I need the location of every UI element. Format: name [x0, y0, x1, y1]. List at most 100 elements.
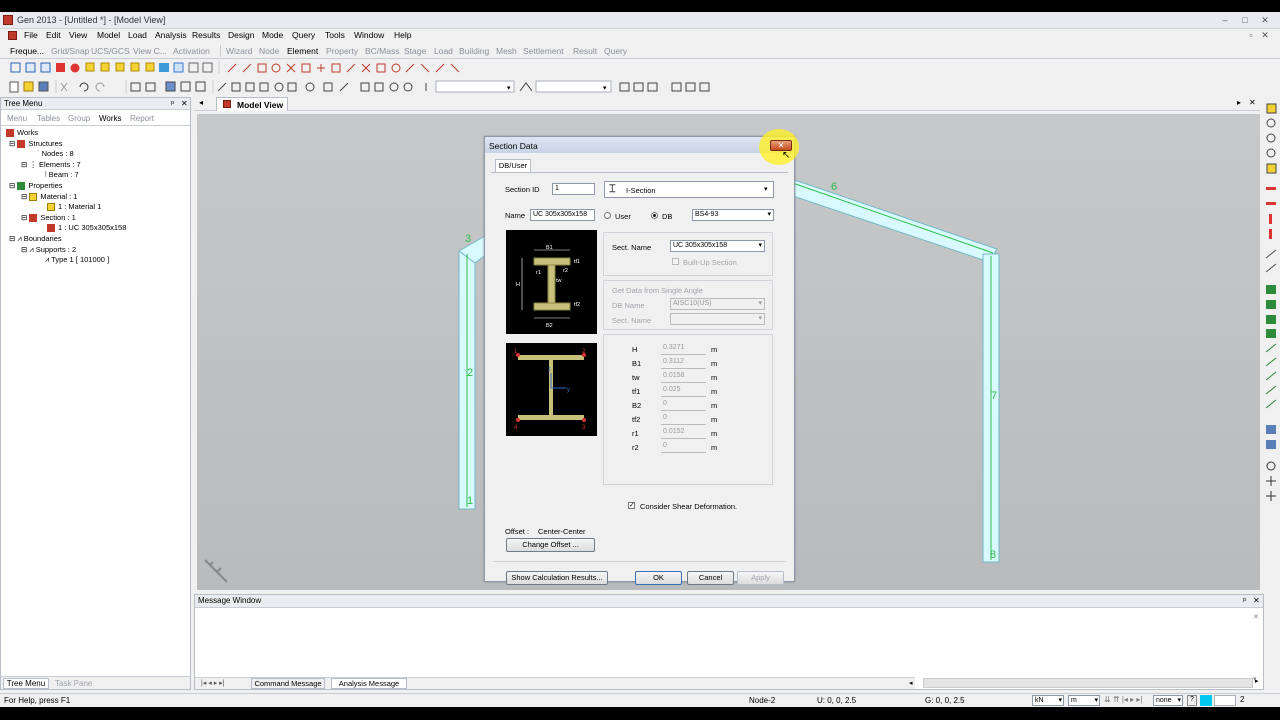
- dim-value-field[interactable]: 0: [661, 399, 706, 411]
- length-unit-select[interactable]: m ▾: [1068, 695, 1100, 706]
- tab-model-view[interactable]: Model View: [216, 97, 288, 111]
- mdi-close-icon[interactable]: ✕: [1258, 30, 1272, 41]
- menu-load[interactable]: Load: [128, 30, 147, 40]
- sect-name-select[interactable]: UC 305x305x158 ▾: [670, 240, 765, 252]
- tab-command-message[interactable]: Command Message: [251, 678, 325, 689]
- tab-stage[interactable]: Stage: [404, 46, 426, 56]
- dim-value-field[interactable]: 0.0158: [661, 371, 706, 383]
- dim-value-field[interactable]: 0.025: [661, 385, 706, 397]
- shear-checkbox[interactable]: ✓: [628, 502, 635, 509]
- close-icon[interactable]: ✕: [1258, 15, 1272, 26]
- menu-query[interactable]: Query: [292, 30, 315, 40]
- view-tools-icons[interactable]: [1263, 100, 1280, 510]
- cancel-button[interactable]: Cancel: [687, 571, 734, 585]
- dim-value-field[interactable]: 0.3271: [661, 343, 706, 355]
- tree-item[interactable]: ⊟ Properties: [9, 181, 63, 191]
- tree-item[interactable]: Works: [6, 128, 38, 138]
- filter-select[interactable]: none ▾: [1153, 695, 1183, 706]
- tab-bc-mass[interactable]: BC/Mass: [365, 46, 399, 56]
- menu-model[interactable]: Model: [97, 30, 120, 40]
- section-type-select[interactable]: ⌶ I-Section ▾: [604, 181, 774, 198]
- tab-settlement[interactable]: Settlement: [523, 46, 564, 56]
- hscroll-left-icon[interactable]: ◂: [909, 679, 913, 687]
- tab-grid-snap[interactable]: Grid/Snap: [51, 46, 89, 56]
- message-close-icon[interactable]: ✕: [1253, 595, 1260, 607]
- tab-building[interactable]: Building: [459, 46, 489, 56]
- show-calculation-button[interactable]: Show Calculation Results...: [506, 571, 608, 585]
- menu-mode[interactable]: Mode: [262, 30, 283, 40]
- tab-db-user[interactable]: DB/User: [495, 159, 531, 173]
- help-icon[interactable]: ?: [1187, 695, 1197, 706]
- horizontal-scrollbar[interactable]: [923, 678, 1253, 688]
- tree-item[interactable]: ⊟ Material : 1: [21, 192, 77, 202]
- tab-query[interactable]: Query: [604, 46, 627, 56]
- menu-window[interactable]: Window: [354, 30, 384, 40]
- db-select[interactable]: BS4-93 ▾: [692, 209, 774, 221]
- tab-result[interactable]: Result: [573, 46, 597, 56]
- section-id-field[interactable]: 1: [552, 183, 595, 195]
- menu-view[interactable]: View: [69, 30, 87, 40]
- tree-item[interactable]: 1 : Material 1: [47, 202, 101, 212]
- tab-scroll-right-icon[interactable]: ▸: [1237, 98, 1241, 107]
- tree-item[interactable]: ⊟ ⩘ Boundaries: [9, 234, 62, 244]
- tree-tab-tables[interactable]: Tables: [37, 114, 60, 123]
- pin-icon[interactable]: ᵖ: [171, 98, 174, 109]
- tab-nav-icons[interactable]: |◂ ◂ ▸ ▸|: [201, 679, 225, 687]
- mdi-restore-icon[interactable]: ▫: [1244, 30, 1258, 41]
- dim-value-field[interactable]: 0: [661, 441, 706, 453]
- dim-value-field[interactable]: 0: [661, 413, 706, 425]
- maximize-icon[interactable]: □: [1238, 15, 1252, 26]
- element-tools-icons[interactable]: [6, 60, 466, 76]
- tree-item[interactable]: ⊟ ⩘ Supports : 2: [21, 245, 76, 255]
- hscroll-right-icon[interactable]: ▸: [1255, 677, 1259, 685]
- name-field[interactable]: UC 305x305x158: [530, 209, 595, 221]
- tree-item[interactable]: 1 : UC 305x305x158: [47, 223, 126, 233]
- change-offset-button[interactable]: Change Offset ...: [506, 538, 595, 552]
- tab-property[interactable]: Property: [326, 46, 358, 56]
- tab-wizard[interactable]: Wizard: [226, 46, 252, 56]
- tab-element[interactable]: Element: [287, 46, 318, 56]
- db-name-select[interactable]: AISC10(US) ▾: [670, 298, 765, 310]
- tab-task-pane[interactable]: Task Pane: [55, 679, 92, 688]
- tree-item[interactable]: ⊟ Section : 1: [21, 213, 76, 223]
- tree-item[interactable]: ⊟ Structures: [9, 139, 63, 149]
- tab-view-control[interactable]: View C...: [133, 46, 167, 56]
- dim-value-field[interactable]: 0.3112: [661, 357, 706, 369]
- menu-analysis[interactable]: Analysis: [155, 30, 187, 40]
- menu-results[interactable]: Results: [192, 30, 220, 40]
- tree-item[interactable]: ⩘ Type 1 [ 101000 ]: [45, 255, 109, 265]
- tree-item[interactable]: ⦚ Beam : 7: [45, 170, 79, 180]
- menu-edit[interactable]: Edit: [46, 30, 61, 40]
- standard-tools-icons[interactable]: ▾ ▾: [6, 79, 726, 95]
- tab-node[interactable]: Node: [259, 46, 279, 56]
- tree-item[interactable]: ⊟ ⋮ Elements : 7: [21, 160, 81, 170]
- tree-item[interactable]: ˙ Nodes : 8: [37, 149, 74, 159]
- menu-help[interactable]: Help: [394, 30, 411, 40]
- tree-tab-group[interactable]: Group: [68, 114, 90, 123]
- force-unit-select[interactable]: kN ▾: [1032, 695, 1064, 706]
- menu-design[interactable]: Design: [228, 30, 254, 40]
- minimize-icon[interactable]: –: [1218, 15, 1232, 26]
- tree-tab-report[interactable]: Report: [130, 114, 154, 123]
- tree-close-icon[interactable]: ✕: [181, 98, 188, 109]
- menu-tools[interactable]: Tools: [325, 30, 345, 40]
- message-close-small-icon[interactable]: ✕: [1253, 613, 1259, 621]
- tab-activation[interactable]: Activation: [173, 46, 210, 56]
- db-radio[interactable]: [651, 212, 658, 219]
- tab-load[interactable]: Load: [434, 46, 453, 56]
- sect-name2-select[interactable]: ▾: [670, 313, 765, 325]
- tab-mesh[interactable]: Mesh: [496, 46, 517, 56]
- user-radio[interactable]: [604, 212, 611, 219]
- apply-button[interactable]: Apply: [737, 571, 784, 585]
- menu-file[interactable]: File: [24, 30, 38, 40]
- tab-ucs-gcs[interactable]: UCS/GCS: [91, 46, 130, 56]
- status-nav-icons[interactable]: ⇊ ⇈ |◂ ▸ ▸|: [1104, 695, 1143, 704]
- tab-scroll-left-icon[interactable]: ◂: [199, 98, 203, 107]
- tab-tree-menu[interactable]: Tree Menu: [3, 678, 49, 689]
- tree-tab-menu[interactable]: Menu: [7, 114, 27, 123]
- dim-value-field[interactable]: 0.0152: [661, 427, 706, 439]
- view-close-icon[interactable]: ✕: [1249, 98, 1256, 107]
- tree-tab-works[interactable]: Works: [99, 114, 122, 123]
- tab-frequently[interactable]: Freque...: [10, 46, 44, 56]
- pin-icon[interactable]: ᵖ: [1243, 595, 1246, 607]
